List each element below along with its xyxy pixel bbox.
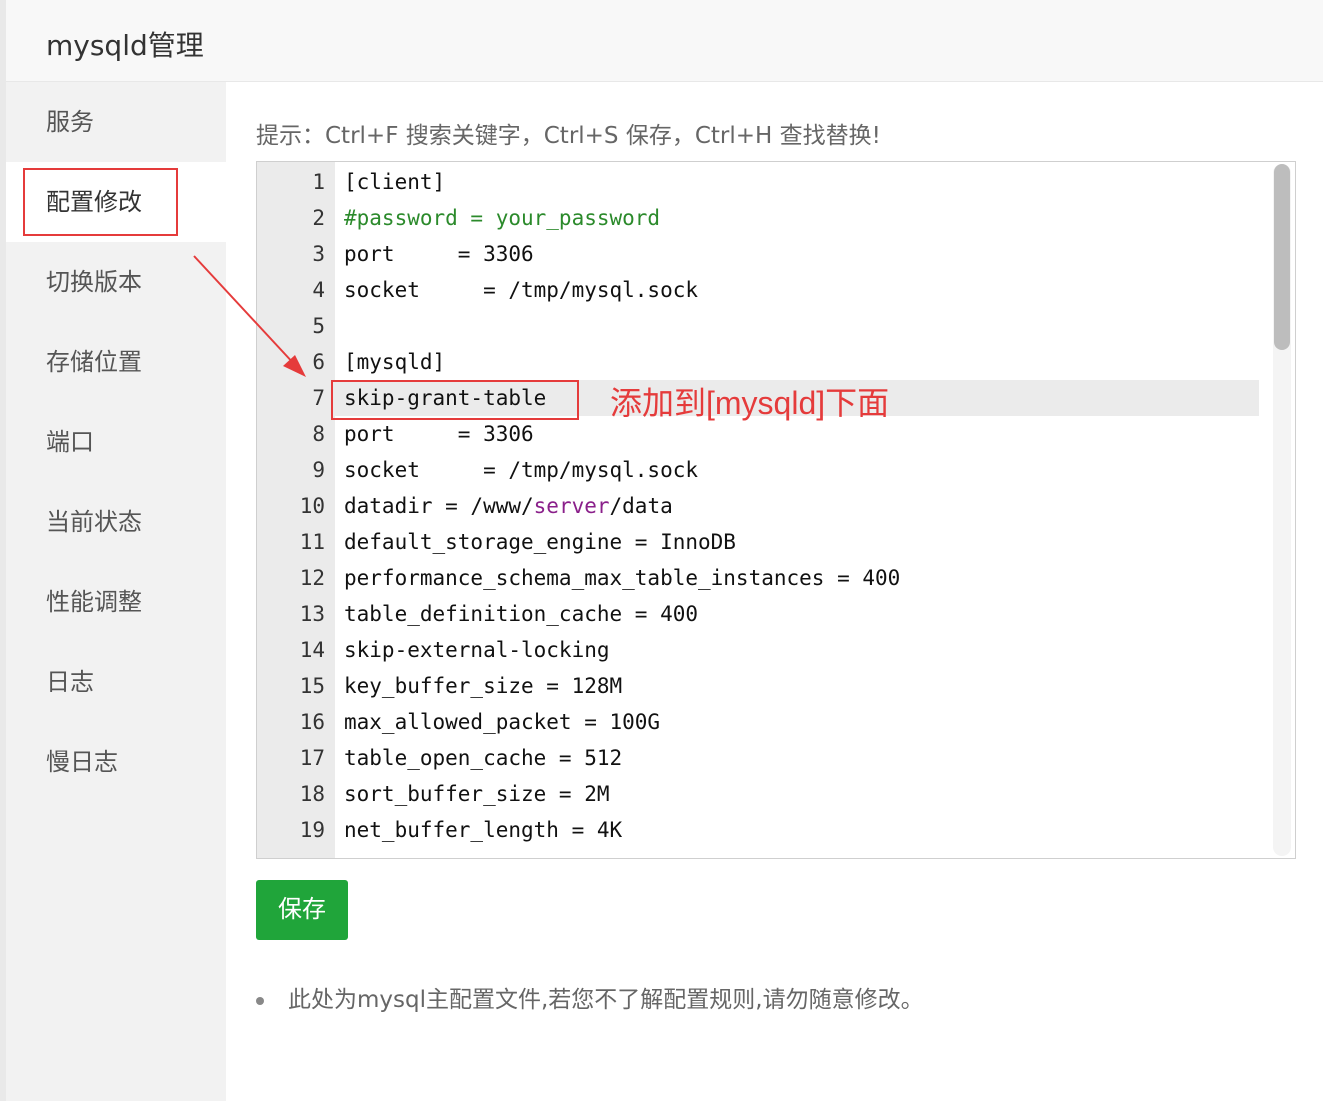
line-code: [client] — [344, 170, 446, 194]
code-line[interactable]: 2 #password = your_password — [257, 200, 1295, 236]
sidebar-item-switch-version[interactable]: 切换版本 — [6, 242, 226, 322]
line-number: 12 — [299, 566, 325, 590]
line-code: skip-external-locking — [344, 638, 610, 662]
code-line[interactable]: 19 net_buffer_length = 4K — [257, 812, 1295, 848]
mysqld-dialog: mysqld管理 服务 配置修改 切换版本 存储位置 端口 当前状态 性能调整 … — [6, 0, 1323, 1101]
line-number: 2 — [312, 206, 325, 230]
line-number: 15 — [299, 674, 325, 698]
editor-scrollbar[interactable] — [1273, 164, 1291, 856]
annotation-text: 添加到[mysqld]下面 — [610, 385, 890, 421]
line-number: 1 — [312, 170, 325, 194]
line-code: socket = /tmp/mysql.sock — [344, 278, 699, 302]
line-number: 10 — [299, 494, 325, 518]
code-line[interactable]: 4 socket = /tmp/mysql.sock — [257, 272, 1295, 308]
line-number: 19 — [299, 818, 325, 842]
config-note: 此处为mysql主配置文件,若您不了解配置规则,请勿随意修改。 — [256, 980, 924, 1014]
save-button[interactable]: 保存 — [256, 880, 348, 940]
line-code: performance_schema_max_table_instances =… — [344, 566, 901, 590]
line-number: 18 — [299, 782, 325, 806]
content-area: 提示：Ctrl+F 搜索关键字，Ctrl+S 保存，Ctrl+H 查找替换! 1… — [226, 82, 1323, 1101]
line-code: socket = /tmp/mysql.sock — [344, 458, 699, 482]
line-number: 8 — [312, 422, 325, 446]
code-editor[interactable]: 1 [client] 2 #password = your_password 3 port… — [256, 161, 1296, 859]
dialog-title: mysqld管理 — [46, 29, 204, 62]
line-code: default_storage_engine = InnoDB — [344, 530, 736, 554]
code-line[interactable]: 3 port = 3306 — [257, 236, 1295, 272]
line-code: port = 3306 — [344, 242, 534, 266]
line-code: datadir = /www/server/data — [344, 494, 673, 518]
sidebar-item-log[interactable]: 日志 — [6, 642, 226, 722]
sidebar-item-performance[interactable]: 性能调整 — [6, 562, 226, 642]
line-number: 4 — [312, 278, 325, 302]
line-code: #password = your_password — [344, 206, 661, 230]
line-code: net_buffer_length = 4K — [344, 818, 623, 842]
code-line[interactable]: 17 table_open_cache = 512 — [257, 740, 1295, 776]
sidebar-item-status[interactable]: 当前状态 — [6, 482, 226, 562]
editor-hint: 提示：Ctrl+F 搜索关键字，Ctrl+S 保存，Ctrl+H 查找替换! — [256, 123, 881, 149]
line-number: 5 — [312, 314, 325, 338]
line-number: 13 — [299, 602, 325, 626]
sidebar-item-storage[interactable]: 存储位置 — [6, 322, 226, 402]
code-line[interactable]: 16 max_allowed_packet = 100G — [257, 704, 1295, 740]
line-number: 17 — [299, 746, 325, 770]
code-line[interactable]: 11 default_storage_engine = InnoDB — [257, 524, 1295, 560]
line-number: 14 — [299, 638, 325, 662]
line-number: 9 — [312, 458, 325, 482]
line-number: 11 — [299, 530, 325, 554]
code-line[interactable]: 15 key_buffer_size = 128M — [257, 668, 1295, 704]
code-line[interactable]: 5 — [257, 308, 1295, 344]
code-line[interactable]: 1 [client] — [257, 164, 1295, 200]
line-number: 3 — [312, 242, 325, 266]
dialog-titlebar: mysqld管理 — [6, 0, 1323, 82]
code-line[interactable]: 10 datadir = /www/server/data — [257, 488, 1295, 524]
sidebar-item-port[interactable]: 端口 — [6, 402, 226, 482]
code-line[interactable]: 12 performance_schema_max_table_instances… — [257, 560, 1295, 596]
line-number: 7 — [312, 386, 325, 410]
code-line[interactable]: 13 table_definition_cache = 400 — [257, 596, 1295, 632]
line-code: table_definition_cache = 400 — [344, 602, 699, 626]
line-code: max_allowed_packet = 100G — [344, 710, 661, 734]
line-code: [mysqld] — [344, 350, 446, 374]
config-note-text: 此处为mysql主配置文件,若您不了解配置规则,请勿随意修改。 — [288, 987, 924, 1013]
code-line[interactable]: 14 skip-external-locking — [257, 632, 1295, 668]
editor-scroll-thumb[interactable] — [1274, 164, 1290, 350]
code-line[interactable]: 18 sort_buffer_size = 2M — [257, 776, 1295, 812]
active-item-highlight-box — [23, 168, 178, 236]
line-number: 16 — [299, 710, 325, 734]
inserted-line-highlight-box — [331, 380, 579, 420]
line-code: port = 3306 — [344, 422, 534, 446]
line-number: 6 — [312, 350, 325, 374]
sidebar-item-slow-log[interactable]: 慢日志 — [6, 722, 226, 802]
sidebar-item-service[interactable]: 服务 — [6, 82, 226, 162]
bullet-icon — [256, 996, 264, 1005]
line-code: table_open_cache = 512 — [344, 746, 623, 770]
code-line[interactable]: 6 [mysqld] — [257, 344, 1295, 380]
line-code: sort_buffer_size = 2M — [344, 782, 610, 806]
code-line[interactable]: 9 socket = /tmp/mysql.sock — [257, 452, 1295, 488]
line-code: key_buffer_size = 128M — [344, 674, 623, 698]
